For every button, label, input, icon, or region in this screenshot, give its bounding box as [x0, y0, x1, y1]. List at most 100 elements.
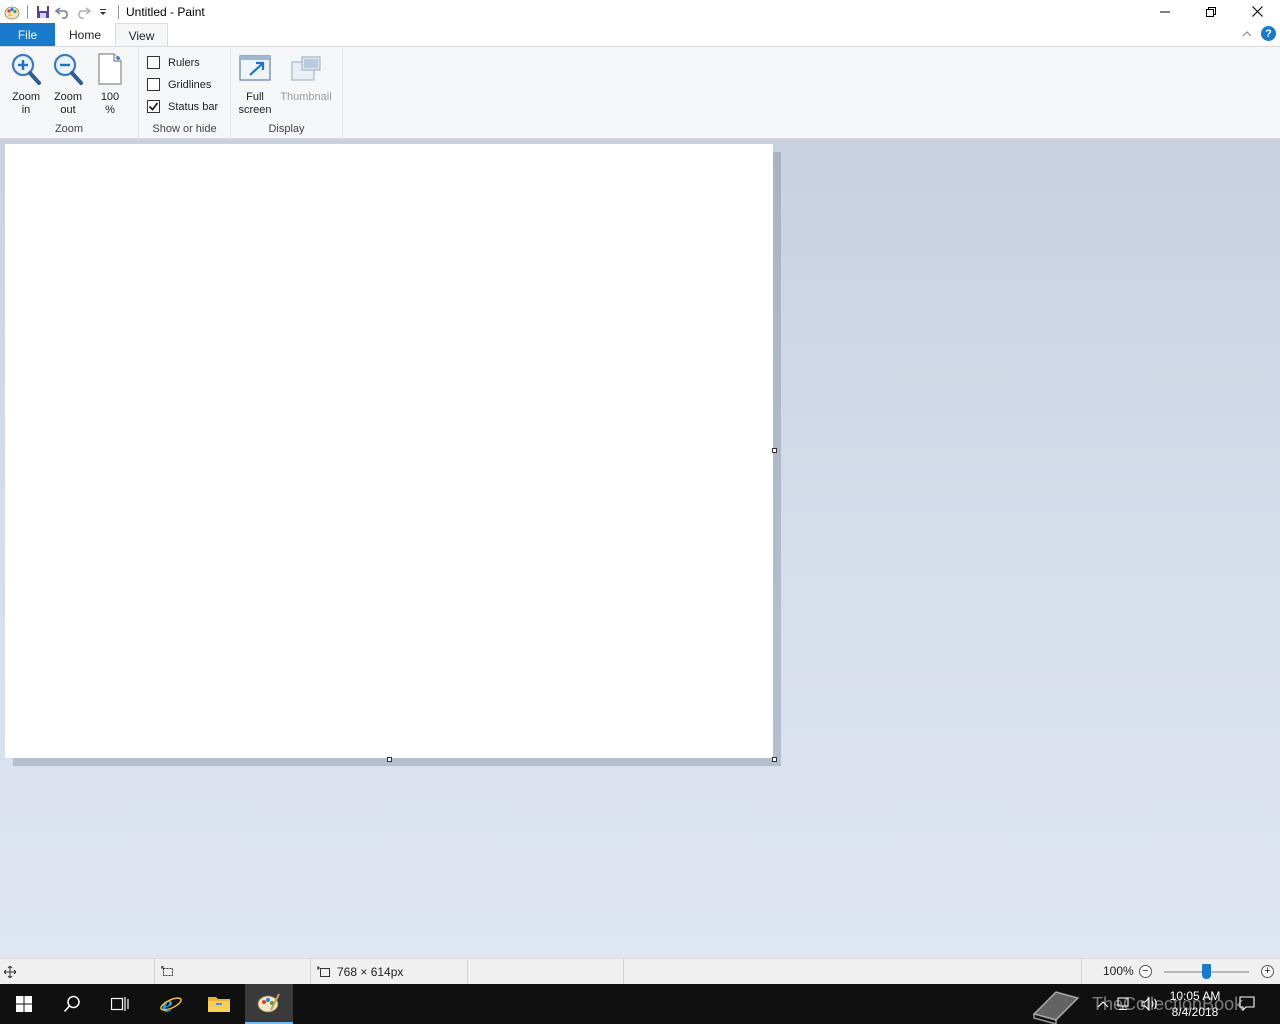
help-icon[interactable]: ? — [1261, 26, 1276, 41]
zoom-group-label: Zoom — [54, 123, 84, 135]
search-icon — [63, 995, 80, 1013]
status-bar-option[interactable]: Status bar — [147, 100, 218, 113]
book-watermark-icon — [1032, 991, 1080, 1024]
close-button[interactable] — [1234, 0, 1280, 23]
status-bar: 768 × 614px 100% − + — [0, 958, 1280, 984]
file-explorer-button[interactable] — [195, 984, 243, 1024]
file-size-cell — [468, 959, 624, 984]
zoom-in-button[interactable]: Zoom in — [8, 51, 44, 117]
zoom-in-icon — [9, 51, 43, 87]
gridlines-label: Gridlines — [168, 78, 212, 91]
zoom-out-label-2: out — [60, 104, 76, 116]
full-screen-button[interactable]: Full screen — [237, 51, 273, 117]
actual-size-button[interactable]: 100 % — [92, 51, 128, 117]
network-tray-button[interactable] — [1114, 984, 1136, 1024]
minimize-button[interactable] — [1142, 0, 1188, 23]
image-size-icon — [317, 965, 330, 977]
start-button[interactable] — [0, 984, 48, 1024]
status-spacer — [624, 959, 1082, 984]
resize-handle-right[interactable] — [772, 448, 777, 453]
image-size-cell: 768 × 614px — [311, 959, 468, 984]
image-size-text: 768 × 614px — [337, 964, 404, 979]
save-icon[interactable] — [33, 2, 53, 22]
paint-app-icon[interactable] — [2, 2, 22, 22]
gridlines-checkbox[interactable] — [147, 78, 160, 91]
page-icon — [93, 51, 127, 87]
internet-explorer-button[interactable]: e — [147, 984, 195, 1024]
rulers-label: Rulers — [168, 56, 200, 69]
zoom-out-label-1: Zoom — [53, 91, 83, 103]
volume-tray-button[interactable] — [1138, 984, 1162, 1024]
paint-app-icon — [257, 993, 280, 1013]
ribbon-tabs: File Home View ? — [0, 23, 1280, 47]
thumbnail-icon — [289, 51, 323, 87]
window-controls — [1142, 0, 1280, 23]
thumbnail-label: Thumbnail — [280, 91, 332, 103]
chevron-up-icon — [1097, 1001, 1109, 1008]
cursor-position-icon — [4, 965, 16, 978]
window-title: Untitled - Paint — [126, 4, 205, 19]
zoom-in-label-1: Zoom — [11, 91, 41, 103]
thumbnail-button[interactable]: Thumbnail — [277, 51, 335, 104]
actual-size-label-2: % — [105, 104, 115, 116]
tab-view[interactable]: View — [115, 23, 168, 47]
collapse-ribbon-icon[interactable] — [1240, 27, 1254, 41]
zoom-in-label-2: in — [21, 104, 31, 116]
canvas-workspace — [0, 139, 1280, 958]
gridlines-option[interactable]: Gridlines — [147, 78, 211, 91]
tab-home[interactable]: Home — [57, 23, 113, 46]
status-bar-checkbox[interactable] — [147, 100, 160, 113]
undo-icon[interactable] — [53, 2, 73, 22]
resize-handle-corner[interactable] — [772, 757, 777, 762]
resize-handle-bottom[interactable] — [387, 757, 392, 762]
rulers-option[interactable]: Rulers — [147, 56, 200, 69]
zoom-out-button[interactable]: Zoom out — [50, 51, 86, 117]
speaker-icon — [1141, 997, 1157, 1011]
action-center-button[interactable] — [1234, 984, 1260, 1024]
show-hide-group: Rulers Gridlines Status bar Show or hide — [139, 47, 231, 138]
windows-logo-icon — [16, 996, 32, 1012]
zoom-plus-button[interactable]: + — [1261, 965, 1274, 978]
tab-file[interactable]: File — [0, 23, 55, 46]
show-hide-group-label: Show or hide — [152, 123, 217, 135]
network-icon — [1117, 997, 1129, 1010]
task-view-icon — [111, 997, 129, 1011]
clock-time: 10:05 AM — [1169, 989, 1221, 1003]
customize-toolbar-icon[interactable] — [93, 2, 113, 22]
cursor-position-cell — [0, 959, 155, 984]
selection-size-cell — [155, 959, 311, 984]
display-group: Full screen Thumbnail Display — [231, 47, 343, 138]
drawing-canvas[interactable] — [5, 144, 773, 758]
zoom-level-text: 100% — [1103, 964, 1134, 978]
search-button[interactable] — [48, 984, 96, 1024]
taskbar-clock[interactable]: 10:05 AM 8/4/2018 — [1162, 988, 1228, 1020]
full-screen-label-2: screen — [238, 104, 272, 116]
actual-size-label-1: 100 — [100, 91, 120, 103]
paint-taskbar-button[interactable] — [245, 984, 293, 1024]
clock-date: 8/4/2018 — [1171, 1005, 1219, 1019]
checkmark-icon — [148, 102, 159, 111]
redo-icon[interactable] — [73, 2, 93, 22]
separator — [27, 4, 28, 19]
restore-button[interactable] — [1188, 0, 1234, 23]
title-bar: Untitled - Paint — [0, 0, 1280, 23]
full-screen-label-1: Full — [246, 91, 264, 103]
full-screen-icon — [238, 51, 272, 87]
separator — [118, 4, 119, 19]
quick-access-toolbar — [0, 0, 124, 23]
zoom-minus-button[interactable]: − — [1139, 965, 1152, 978]
ribbon-panel: Zoom in Zoom out 100 % Zoom Rulers Gridl… — [0, 46, 1280, 139]
taskbar: e TheCollectionBook 10:05 AM 8/4/2018 — [0, 984, 1280, 1024]
zoom-out-icon — [51, 51, 85, 87]
show-hidden-icons-button[interactable] — [1094, 984, 1112, 1024]
selection-size-icon — [161, 965, 173, 976]
display-group-label: Display — [268, 123, 305, 135]
zoom-group: Zoom in Zoom out 100 % Zoom — [0, 47, 139, 138]
task-view-button[interactable] — [96, 984, 144, 1024]
zoom-slider-thumb[interactable] — [1202, 964, 1211, 979]
status-bar-label: Status bar — [168, 100, 219, 113]
rulers-checkbox[interactable] — [147, 56, 160, 69]
folder-icon — [208, 997, 230, 1012]
notifications-icon — [1239, 996, 1255, 1012]
internet-explorer-icon: e — [160, 992, 182, 1016]
